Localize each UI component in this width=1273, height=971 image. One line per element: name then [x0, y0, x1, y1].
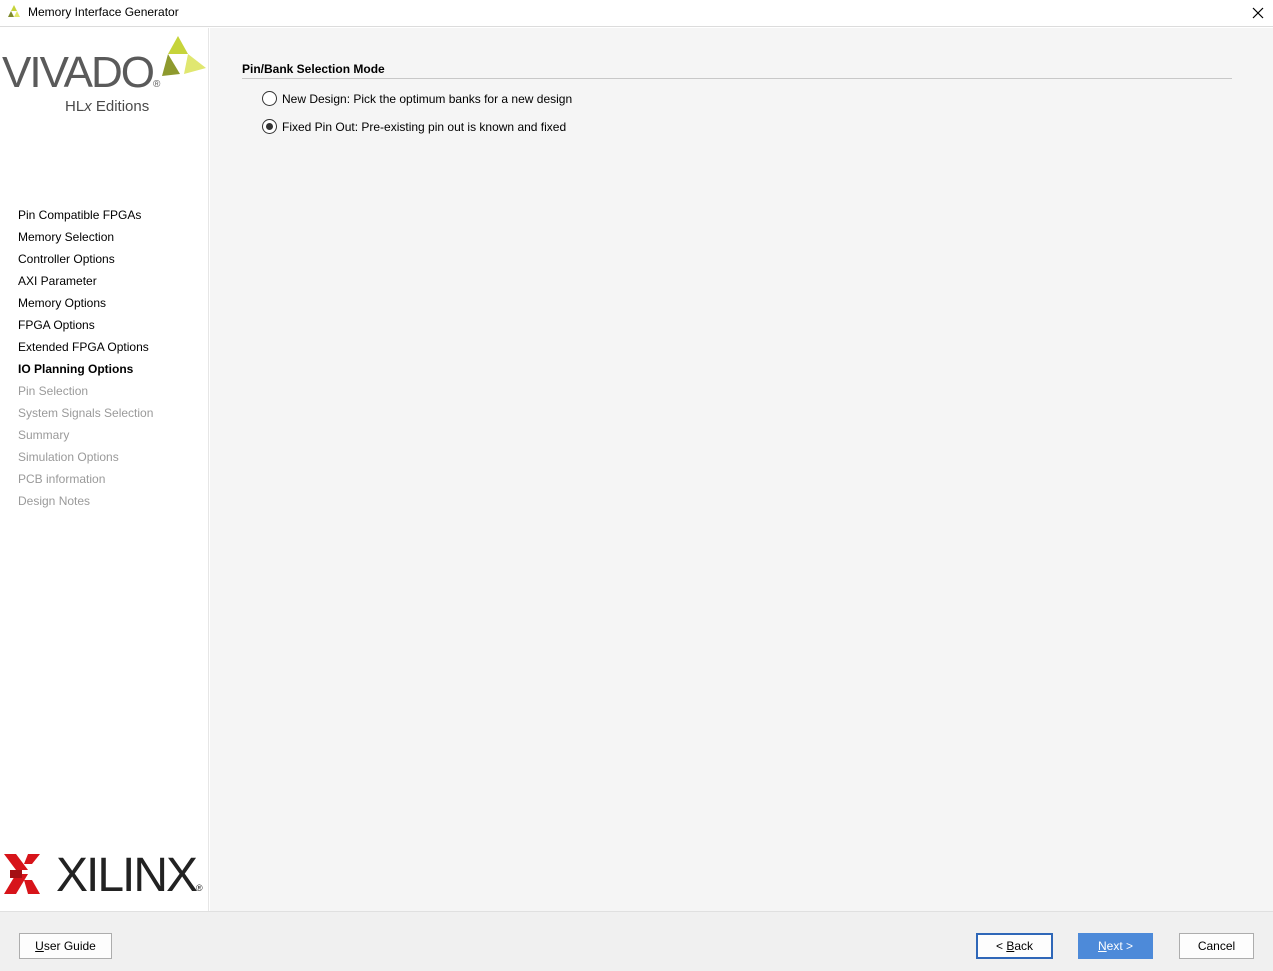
vivado-wordmark: VIVADO®: [2, 48, 161, 97]
sidebar-item[interactable]: Controller Options: [18, 252, 153, 274]
main-panel: Pin/Bank Selection Mode New Design: Pick…: [210, 28, 1273, 911]
sidebar-item: Summary: [18, 428, 70, 442]
vivado-app-icon: [8, 5, 20, 17]
sidebar-item: PCB information: [18, 472, 106, 486]
sidebar-item[interactable]: Extended FPGA Options: [18, 340, 153, 362]
radio-new-design[interactable]: New Design: Pick the optimum banks for a…: [262, 91, 572, 106]
sidebar-item[interactable]: AXI Parameter: [18, 274, 153, 296]
sidebar-item[interactable]: FPGA Options: [18, 318, 153, 340]
next-button[interactable]: Next >: [1078, 933, 1153, 959]
radio-button-fixed-pin-out[interactable]: [262, 119, 277, 134]
close-icon: [1252, 7, 1264, 19]
sidebar-item[interactable]: Memory Selection: [18, 230, 153, 252]
title-bar: Memory Interface Generator: [0, 0, 1273, 27]
section-title: Pin/Bank Selection Mode: [242, 62, 385, 76]
sidebar-item[interactable]: Memory Options: [18, 296, 153, 318]
xilinx-registered: ®: [196, 883, 203, 893]
sidebar-item: Design Notes: [18, 494, 91, 508]
radio-button-new-design[interactable]: [262, 91, 277, 106]
footer-bar: User Guide < Back Next > Cancel: [0, 911, 1273, 971]
radio-label-fixed-pin-out: Fixed Pin Out: Pre-existing pin out is k…: [282, 119, 567, 134]
back-button[interactable]: < Back: [976, 933, 1053, 959]
close-button[interactable]: [1243, 0, 1273, 26]
radio-fixed-pin-out[interactable]: Fixed Pin Out: Pre-existing pin out is k…: [262, 119, 566, 134]
sidebar-item[interactable]: Pin Compatible FPGAs: [18, 208, 153, 230]
section-divider: [242, 78, 1232, 79]
sidebar-item: Pin Selection: [18, 384, 89, 398]
sidebar-item[interactable]: IO Planning Options: [18, 362, 153, 384]
window-title: Memory Interface Generator: [28, 5, 179, 19]
sidebar: VIVADO® HLx Editions Pin Compatible FPGA…: [0, 28, 209, 911]
wizard-steps: Pin Compatible FPGAs Memory Selection Cont…: [18, 208, 153, 516]
sidebar-item: Simulation Options: [18, 450, 119, 464]
radio-label-new-design: New Design: Pick the optimum banks for a…: [282, 91, 573, 106]
sidebar-item: System Signals Selection: [18, 406, 154, 420]
vivado-subtitle: HLx Editions: [65, 98, 150, 115]
cancel-button[interactable]: Cancel: [1179, 933, 1254, 959]
user-guide-button[interactable]: User Guide: [19, 933, 112, 959]
xilinx-wordmark: XILINX: [56, 849, 198, 902]
